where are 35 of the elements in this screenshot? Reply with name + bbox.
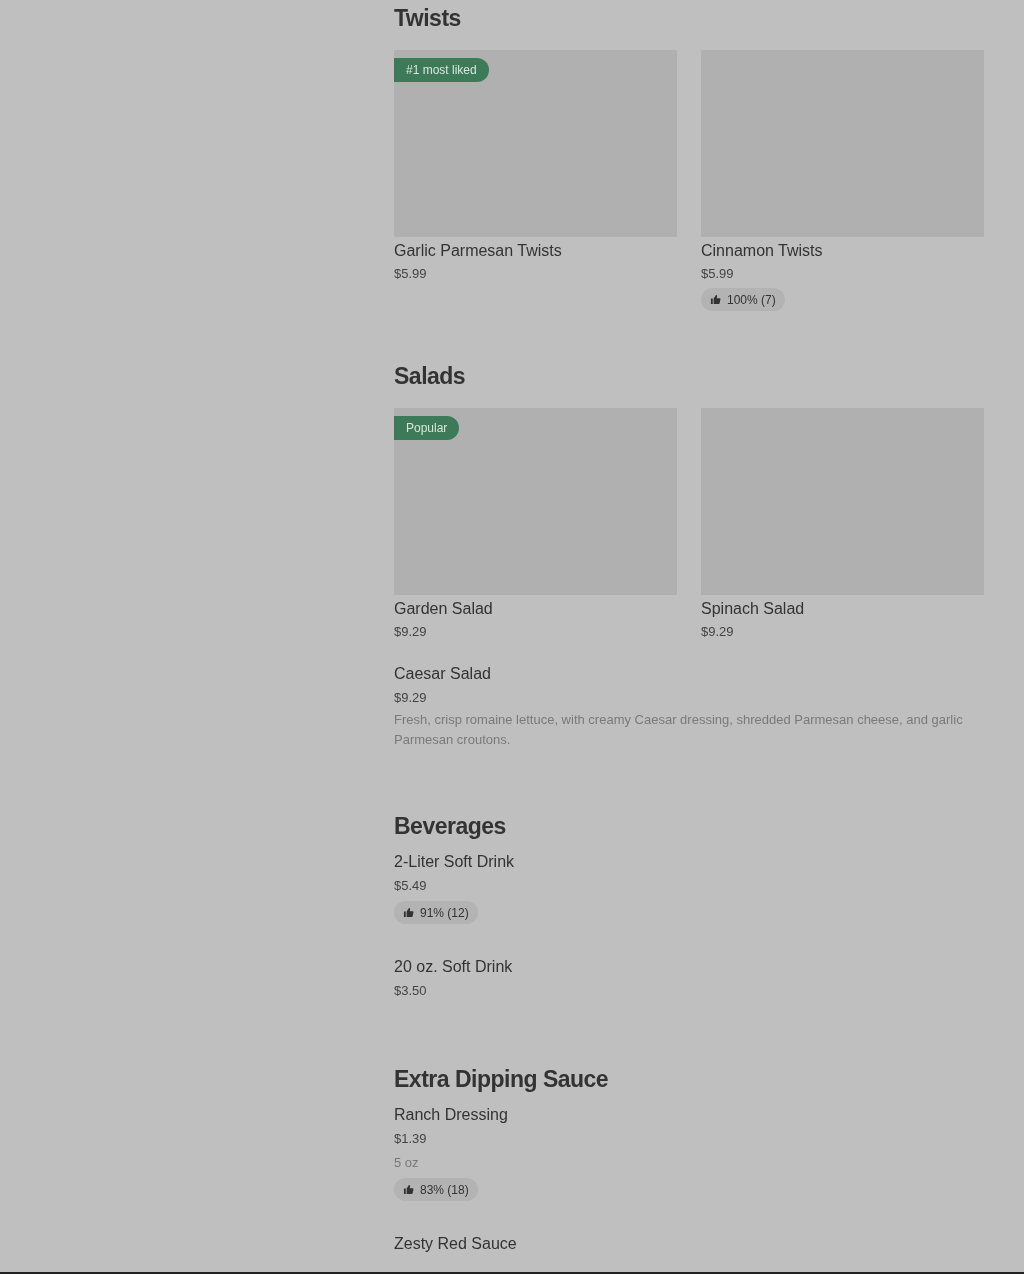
item-price: $9.29: [701, 623, 735, 641]
item-price: $5.99: [394, 265, 428, 283]
item-name: Garden Salad: [394, 599, 494, 619]
menu-item-card[interactable]: Popular Garden Salad $9.29: [394, 408, 677, 644]
item-name[interactable]: Zesty Red Sauce: [394, 1232, 517, 1256]
rating-text: 100% (7): [727, 291, 776, 309]
menu-item-card[interactable]: Spinach Salad $9.29: [701, 408, 984, 644]
section-heading: Twists: [394, 4, 462, 32]
item-badge: Popular: [394, 416, 460, 440]
item-price: $3.50: [394, 982, 427, 1000]
item-name[interactable]: 20 oz. Soft Drink: [394, 955, 513, 979]
item-price: $5.99: [701, 265, 735, 283]
item-size: 5 oz: [394, 1154, 419, 1172]
item-description: Fresh, crisp romaine lettuce, with creamy Caesar dressing, shredded Parmesan cheese, and garlic Parmesan croutons.: [394, 711, 964, 749]
item-name[interactable]: Caesar Salad: [394, 662, 491, 686]
menu-item-card[interactable]: Cinnamon Twists $5.99 100% (7): [701, 50, 984, 312]
item-price: $5.49: [394, 877, 427, 895]
item-name: Garlic Parmesan Twists: [394, 241, 563, 261]
item-price: $9.29: [394, 689, 427, 707]
item-badge: #1 most liked: [394, 58, 489, 82]
rating-text: 83% (18): [420, 1181, 469, 1199]
item-price: $9.29: [394, 623, 428, 641]
item-price: $1.39: [394, 1130, 427, 1148]
section-heading: Extra Dipping Sauce: [394, 1065, 610, 1093]
thumbs-up-icon: [710, 294, 721, 305]
item-name[interactable]: 2-Liter Soft Drink: [394, 850, 515, 874]
section-heading: Salads: [394, 362, 467, 390]
menu-item-card[interactable]: #1 most liked Garlic Parmesan Twists $5.99: [394, 50, 677, 312]
thumbs-up-icon: [403, 907, 414, 918]
section-heading: Beverages: [394, 812, 507, 840]
item-name[interactable]: Ranch Dressing: [394, 1103, 508, 1127]
thumbs-up-icon: [403, 1184, 414, 1195]
item-name: Cinnamon Twists: [701, 241, 824, 261]
rating-text: 91% (12): [420, 904, 469, 922]
item-name: Spinach Salad: [701, 599, 806, 619]
